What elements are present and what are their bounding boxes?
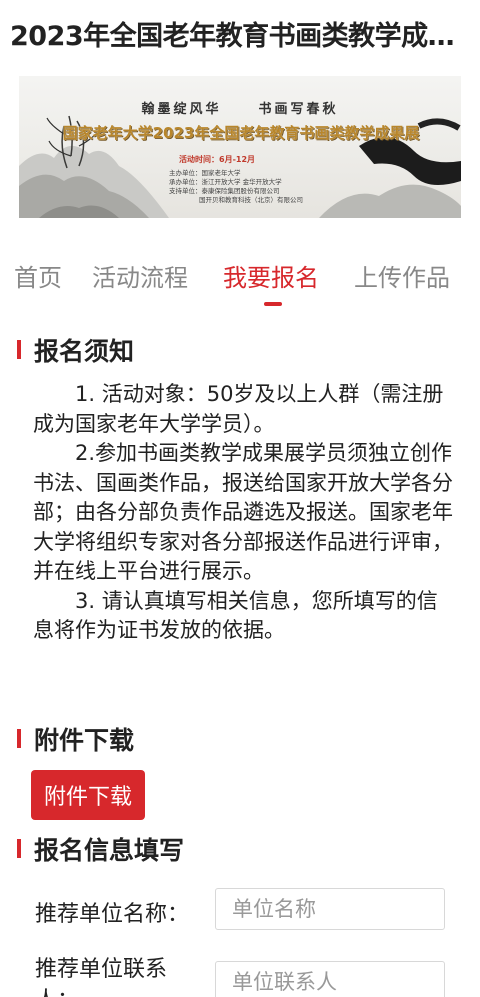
tab-register[interactable]: 我要报名 <box>223 258 319 293</box>
banner-activity-time: 活动时间：6月-12月 <box>179 155 256 164</box>
section-header-form: 报名信息填写 <box>0 831 480 867</box>
section-title-notice: 报名须知 <box>34 337 135 366</box>
notice-paragraph: 3. 请认真填写相关信息，您所填写的信息将作为证书发放的依据。 <box>33 588 438 643</box>
tab-activity-process[interactable]: 活动流程 <box>92 258 188 293</box>
notice-paragraph: 1. 活动对象：50岁及以上人群（需注册成为国家老年大学学员）。 <box>33 382 444 436</box>
unit-contact-label: 推荐单位联系人： <box>35 957 168 997</box>
tab-home[interactable]: 首页 <box>14 258 62 293</box>
form-row-unit-contact: 推荐单位联系人： <box>0 948 480 997</box>
page-title: 2023年全国老年教育书画类教学成果展 <box>10 21 472 52</box>
unit-name-label: 推荐单位名称： <box>35 902 190 927</box>
active-tab-indicator <box>264 302 282 306</box>
tab-upload-works[interactable]: 上传作品 <box>354 258 450 293</box>
title-bar: 2023年全国老年教育书画类教学成果展 <box>0 0 480 70</box>
banner-organizer-line: 承办单位：浙江开放大学 金华开放大学 <box>169 178 282 186</box>
section-header-attachment: 附件下载 <box>0 721 480 757</box>
notice-paragraph: 2.参加书画类教学成果展学员须独立创作书法、国画类作品，报送给国家开放大学各分部… <box>33 441 453 583</box>
banner-organizer-line: 国开贝和教育科技（北京）有限公司 <box>199 196 303 204</box>
section-title-attachment: 附件下载 <box>34 726 135 755</box>
banner-organizers: 主办单位：国家老年大学 承办单位：浙江开放大学 金华开放大学 支持单位：泰康保险… <box>169 169 303 205</box>
banner-slogan-left: 翰墨绽风华 <box>141 102 222 117</box>
unit-name-input[interactable] <box>215 888 445 930</box>
form-row-unit-name: 推荐单位名称： <box>0 886 480 936</box>
section-marker <box>17 340 21 359</box>
section-title-form: 报名信息填写 <box>34 836 185 865</box>
banner-headline: 国家老年大学2023年全国老年教育书画类教学成果展 <box>62 124 420 142</box>
registration-notice: 1. 活动对象：50岁及以上人群（需注册成为国家老年大学学员）。 2.参加书画类… <box>33 380 453 646</box>
section-marker <box>17 729 21 748</box>
banner-organizer-line: 支持单位：泰康保险集团股份有限公司 <box>169 187 280 195</box>
section-header-notice: 报名须知 <box>0 332 480 368</box>
section-marker <box>17 839 21 858</box>
banner-organizer-line: 主办单位：国家老年大学 <box>169 169 241 177</box>
event-banner: 翰墨绽风华 书画写春秋 国家老年大学2023年全国老年教育书画类教学成果展 活动… <box>19 76 461 218</box>
tab-bar: 首页 活动流程 我要报名 上传作品 <box>0 258 480 308</box>
unit-contact-input[interactable] <box>215 961 445 997</box>
attachment-download-button[interactable]: 附件下载 <box>31 770 145 820</box>
banner-slogan: 翰墨绽风华 书画写春秋 <box>19 98 461 117</box>
banner-slogan-right: 书画写春秋 <box>258 102 339 117</box>
